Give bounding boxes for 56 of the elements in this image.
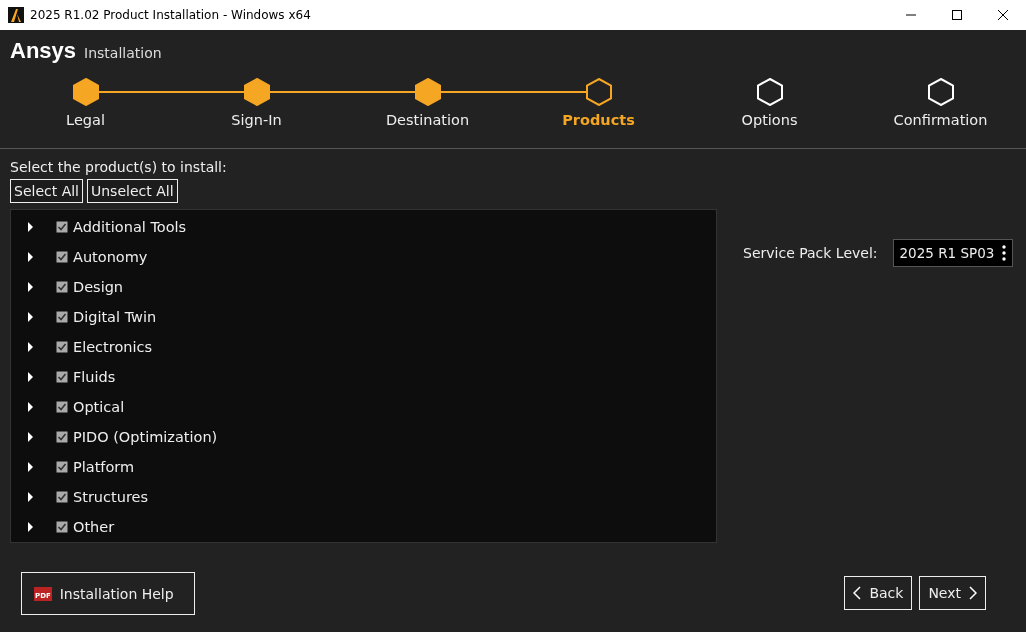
- product-checkbox[interactable]: [56, 371, 68, 383]
- product-checkbox[interactable]: [56, 311, 68, 323]
- step-label[interactable]: Legal: [66, 112, 105, 128]
- more-options-icon[interactable]: [1002, 245, 1007, 261]
- product-label[interactable]: Optical: [73, 399, 125, 415]
- expand-arrow-icon[interactable]: [26, 492, 34, 502]
- step-label[interactable]: Products: [562, 112, 635, 128]
- product-label[interactable]: Structures: [73, 489, 148, 505]
- expand-arrow-icon[interactable]: [26, 402, 34, 412]
- product-label[interactable]: Fluids: [73, 369, 116, 385]
- chevron-left-icon: [853, 586, 862, 600]
- product-checkbox[interactable]: [56, 281, 68, 293]
- maximize-icon[interactable]: [952, 10, 962, 20]
- product-label[interactable]: Platform: [73, 459, 135, 475]
- product-checkbox[interactable]: [56, 401, 68, 413]
- product-checkbox[interactable]: [56, 341, 68, 353]
- product-checkbox[interactable]: [56, 221, 68, 233]
- product-checkbox[interactable]: [56, 521, 68, 533]
- service-pack-label: Service Pack Level:: [743, 245, 878, 261]
- service-pack-dropdown[interactable]: 2025 R1 SP03: [892, 239, 1014, 267]
- product-label[interactable]: Autonomy: [73, 249, 148, 265]
- product-checkbox[interactable]: [56, 461, 68, 473]
- product-label[interactable]: Design: [73, 279, 124, 295]
- step-label[interactable]: Destination: [385, 112, 470, 128]
- step-label[interactable]: Sign-In: [231, 112, 282, 128]
- expand-arrow-icon[interactable]: [26, 342, 34, 352]
- product-label[interactable]: Digital Twin: [73, 309, 157, 325]
- close-icon[interactable]: [998, 10, 1008, 20]
- chevron-right-icon: [969, 586, 977, 600]
- navigation-button[interactable]: Next: [919, 576, 986, 610]
- instruction-text: Select the product(s) to install:: [10, 159, 228, 175]
- product-label[interactable]: PIDO (Optimization): [73, 429, 218, 445]
- product-checkbox[interactable]: [56, 491, 68, 503]
- brand-subtitle: Installation: [84, 45, 162, 61]
- selection-button[interactable]: Select All: [10, 179, 83, 203]
- expand-arrow-icon[interactable]: [26, 252, 34, 262]
- product-label[interactable]: Electronics: [73, 339, 153, 355]
- expand-arrow-icon[interactable]: [26, 522, 34, 532]
- selection-button[interactable]: Unselect All: [87, 179, 178, 203]
- navigation-button[interactable]: Back: [844, 576, 913, 610]
- step-label[interactable]: Confirmation: [893, 112, 988, 128]
- expand-arrow-icon[interactable]: [26, 372, 34, 382]
- step-label[interactable]: Options: [741, 112, 798, 128]
- expand-arrow-icon[interactable]: [26, 222, 34, 232]
- product-checkbox[interactable]: [56, 431, 68, 443]
- product-checkbox[interactable]: [56, 251, 68, 263]
- expand-arrow-icon[interactable]: [26, 462, 34, 472]
- product-label[interactable]: Additional Tools: [73, 219, 187, 235]
- expand-arrow-icon[interactable]: [26, 312, 34, 322]
- window-title: 2025 R1.02 Product Installation - Windows x64: [30, 8, 312, 22]
- service-pack-value: 2025 R1 SP03: [899, 245, 995, 261]
- expand-arrow-icon[interactable]: [26, 432, 34, 442]
- brand-logo: Ansys: [10, 38, 77, 64]
- expand-arrow-icon[interactable]: [26, 282, 34, 292]
- app-logo-icon: [8, 7, 24, 23]
- product-label[interactable]: Other: [73, 519, 115, 535]
